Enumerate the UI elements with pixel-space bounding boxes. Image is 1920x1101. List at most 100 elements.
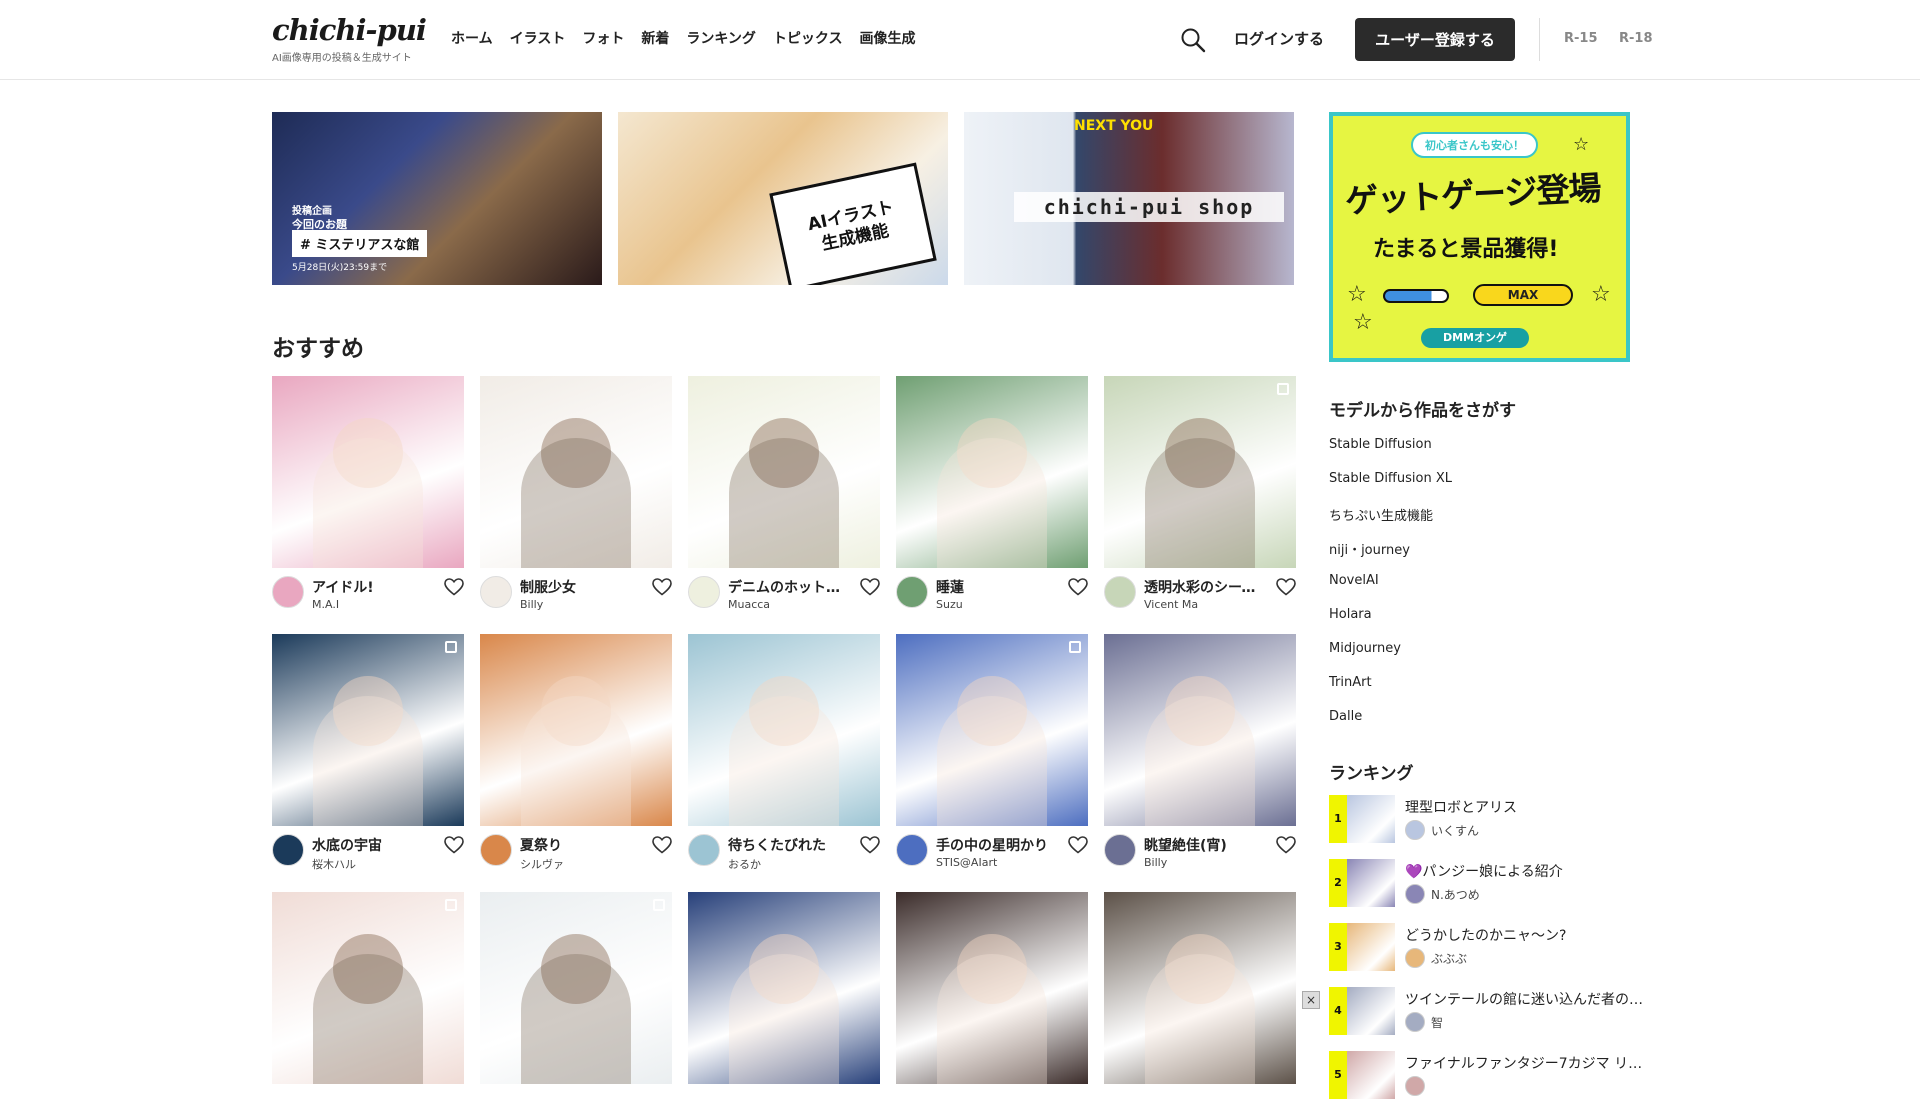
heart-icon[interactable] — [444, 836, 464, 854]
banner-ai-generation[interactable]: AIイラスト 生成機能 — [618, 112, 948, 285]
site-logo[interactable]: chichi-pui AI画像専用の投稿＆生成サイト — [272, 12, 427, 64]
avatar[interactable] — [1405, 1076, 1425, 1096]
model-link[interactable]: NovelAI — [1329, 573, 1379, 588]
banner-event[interactable]: 投稿企画 今回のお題 # ミステリアスな館 5月28日(火)23:59まで — [272, 112, 602, 285]
artwork-author[interactable]: STIS@AIart — [936, 856, 997, 869]
artwork-thumbnail[interactable] — [688, 634, 880, 826]
nav-home[interactable]: ホーム — [451, 28, 493, 48]
heart-icon[interactable] — [1068, 578, 1088, 596]
artwork-title[interactable]: 夏祭り — [520, 835, 640, 855]
heart-icon[interactable] — [444, 578, 464, 596]
artwork-card[interactable] — [1104, 892, 1296, 1084]
artwork-author[interactable]: M.A.I — [312, 598, 339, 611]
rank-author[interactable]: 智 — [1431, 1014, 1443, 1031]
artwork-thumbnail[interactable] — [896, 634, 1088, 826]
artwork-title[interactable]: 透明水彩のシースルーワンピース — [1144, 577, 1264, 597]
rank-title[interactable]: ファイナルファンタジー7カジマ リメイク — [1405, 1053, 1645, 1073]
artwork-author[interactable]: シルヴァ — [520, 856, 564, 872]
ranking-item[interactable]: 2 💜パンジー娘による紹介 N.あつめ — [1329, 859, 1649, 909]
logo-text[interactable]: chichi-pui — [272, 12, 427, 48]
model-link[interactable]: niji・journey — [1329, 539, 1410, 558]
avatar[interactable] — [896, 834, 928, 866]
artwork-card[interactable]: 待ちくたびれた おるか — [688, 634, 880, 876]
avatar[interactable] — [480, 834, 512, 866]
artwork-card[interactable] — [480, 892, 672, 1084]
r18-link[interactable]: R-18 — [1619, 31, 1653, 46]
rank-author[interactable]: N.あつめ — [1431, 886, 1480, 903]
rank-author[interactable]: いくすん — [1431, 822, 1479, 839]
artwork-title[interactable]: 手の中の星明かり — [936, 835, 1056, 855]
artwork-author[interactable]: Vicent Ma — [1144, 598, 1198, 611]
rank-thumbnail[interactable] — [1347, 987, 1395, 1035]
artwork-card[interactable] — [272, 892, 464, 1084]
search-icon[interactable] — [1180, 27, 1206, 53]
artwork-card[interactable]: 睡蓮 Suzu — [896, 376, 1088, 618]
avatar[interactable] — [896, 576, 928, 608]
model-link[interactable]: Stable Diffusion — [1329, 437, 1432, 452]
nav-photo[interactable]: フォト — [582, 28, 624, 48]
model-link[interactable]: TrinArt — [1329, 675, 1372, 690]
nav-new[interactable]: 新着 — [641, 28, 669, 48]
avatar[interactable] — [688, 576, 720, 608]
artwork-author[interactable]: おるか — [728, 856, 761, 872]
heart-icon[interactable] — [1276, 578, 1296, 596]
rank-title[interactable]: ツインテールの館に迷い込んだ者の運命 — [1405, 989, 1645, 1009]
artwork-card[interactable]: 夏祭り シルヴァ — [480, 634, 672, 876]
ranking-item[interactable]: 3 どうかしたのかニャ～ン? ぶぶぶ — [1329, 923, 1649, 973]
artwork-author[interactable]: Billy — [520, 598, 543, 611]
artwork-thumbnail[interactable] — [1104, 634, 1296, 826]
artwork-author[interactable]: Muacca — [728, 598, 770, 611]
artwork-card[interactable] — [896, 892, 1088, 1084]
rank-title[interactable]: 💜パンジー娘による紹介 — [1405, 861, 1645, 881]
heart-icon[interactable] — [652, 578, 672, 596]
artwork-thumbnail[interactable] — [1104, 376, 1296, 568]
ranking-item[interactable]: 1 理型ロボとアリス いくすん — [1329, 795, 1649, 845]
artwork-card[interactable] — [688, 892, 880, 1084]
model-link[interactable]: Midjourney — [1329, 641, 1401, 656]
model-link[interactable]: Dalle — [1329, 709, 1362, 724]
register-button[interactable]: ユーザー登録する — [1355, 18, 1515, 61]
nav-ranking[interactable]: ランキング — [686, 28, 756, 48]
artwork-title[interactable]: 待ちくたびれた — [728, 835, 848, 855]
login-link[interactable]: ログインする — [1234, 28, 1324, 49]
avatar[interactable] — [1405, 884, 1425, 904]
artwork-author[interactable]: Suzu — [936, 598, 963, 611]
rank-thumbnail[interactable] — [1347, 859, 1395, 907]
avatar[interactable] — [480, 576, 512, 608]
artwork-thumbnail[interactable] — [896, 892, 1088, 1084]
nav-illust[interactable]: イラスト — [510, 28, 566, 48]
avatar[interactable] — [1405, 820, 1425, 840]
heart-icon[interactable] — [860, 578, 880, 596]
model-link[interactable]: Holara — [1329, 607, 1372, 622]
artwork-thumbnail[interactable] — [272, 634, 464, 826]
heart-icon[interactable] — [860, 836, 880, 854]
artwork-thumbnail[interactable] — [480, 634, 672, 826]
ad-banner[interactable]: 初心者さんも安心！ ゲットゲージ登場 たまると景品獲得! MAX DMMオンゲ … — [1329, 112, 1630, 362]
r15-link[interactable]: R-15 — [1564, 31, 1598, 46]
artwork-card[interactable]: アイドル! M.A.I — [272, 376, 464, 618]
rank-title[interactable]: 理型ロボとアリス — [1405, 797, 1645, 817]
rank-thumbnail[interactable] — [1347, 795, 1395, 843]
avatar[interactable] — [272, 576, 304, 608]
artwork-card[interactable]: 制服少女 Billy — [480, 376, 672, 618]
close-icon[interactable]: × — [1302, 991, 1320, 1009]
artwork-card[interactable]: デニムのホットパンツMuacca — [688, 376, 880, 618]
artwork-thumbnail[interactable] — [480, 376, 672, 568]
nav-image-generation[interactable]: 画像生成 — [860, 28, 916, 48]
banner-shop[interactable]: NEXT YOU chichi-pui shop — [964, 112, 1294, 285]
artwork-card[interactable]: 透明水彩のシースルーワンピースVicent Ma — [1104, 376, 1296, 618]
artwork-thumbnail[interactable] — [272, 376, 464, 568]
avatar[interactable] — [1405, 948, 1425, 968]
heart-icon[interactable] — [652, 836, 672, 854]
avatar[interactable] — [1104, 834, 1136, 866]
ranking-item[interactable]: 5 ファイナルファンタジー7カジマ リメイク — [1329, 1051, 1649, 1101]
artwork-thumbnail[interactable] — [896, 376, 1088, 568]
artwork-thumbnail[interactable] — [688, 892, 880, 1084]
artwork-card[interactable]: 眺望絶佳(宵) Billy — [1104, 634, 1296, 876]
rank-title[interactable]: どうかしたのかニャ～ン? — [1405, 925, 1645, 945]
rank-thumbnail[interactable] — [1347, 923, 1395, 971]
avatar[interactable] — [688, 834, 720, 866]
artwork-card[interactable]: 水底の宇宙 桜木ハル — [272, 634, 464, 876]
rank-author[interactable]: ぶぶぶ — [1431, 950, 1467, 967]
artwork-author[interactable]: 桜木ハル — [312, 856, 356, 872]
